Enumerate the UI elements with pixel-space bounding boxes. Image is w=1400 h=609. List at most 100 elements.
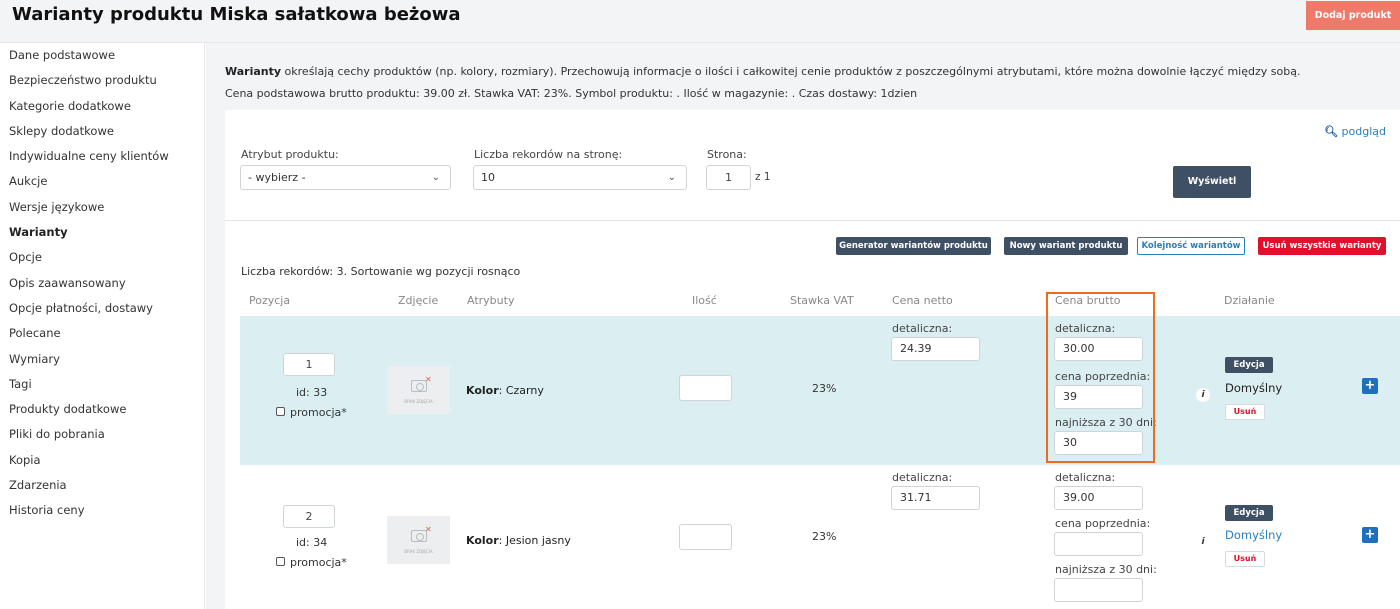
variant-attribute: Kolor: Czarny bbox=[466, 384, 544, 397]
checkbox-icon bbox=[276, 407, 285, 416]
info-icon[interactable]: i bbox=[1196, 535, 1210, 549]
column-header-position: Pozycja bbox=[249, 294, 291, 307]
per-page-select[interactable]: 10 ⌄ bbox=[473, 165, 687, 190]
net-price-input[interactable]: 31.71 bbox=[891, 486, 980, 510]
vat-rate: 23% bbox=[812, 530, 837, 543]
page-of-text: z 1 bbox=[755, 171, 771, 183]
previous-price-input[interactable]: 39 bbox=[1054, 385, 1143, 409]
sidebar-item-historia-ceny[interactable]: Historia ceny bbox=[0, 498, 204, 523]
edit-button[interactable]: Edycja bbox=[1225, 357, 1273, 373]
chevron-down-icon: ⌄ bbox=[667, 172, 676, 183]
intro-bold: Warianty bbox=[225, 65, 282, 78]
sidebar-item-dane-podstawowe[interactable]: Dane podstawowe bbox=[0, 43, 204, 68]
plus-icon[interactable]: + bbox=[1362, 527, 1378, 543]
sidebar-item-opis[interactable]: Opis zaawansowany bbox=[0, 271, 204, 296]
generator-button[interactable]: Generator wariantów produktu bbox=[836, 237, 991, 255]
vat-rate: 23% bbox=[812, 382, 837, 395]
previous-price-input[interactable] bbox=[1054, 532, 1143, 556]
lowest-30-days-label: najniższa z 30 dni: bbox=[1055, 563, 1157, 576]
sidebar-item-kategorie[interactable]: Kategorie dodatkowe bbox=[0, 94, 204, 119]
sidebar-item-ceny-klientow[interactable]: Indywidualne ceny klientów bbox=[0, 144, 204, 169]
sidebar-item-opcje[interactable]: Opcje bbox=[0, 245, 204, 270]
photo-placeholder-text: BRAK ZDJĘCIA bbox=[404, 549, 433, 554]
sidebar-item-sklepy[interactable]: Sklepy dodatkowe bbox=[0, 119, 204, 144]
attribute-value: : Czarny bbox=[498, 384, 544, 397]
table-row: 1 id: 33 promocja* ✕ BRAK ZDJĘCIA Kolor: … bbox=[240, 316, 1400, 465]
sidebar-item-polecane[interactable]: Polecane bbox=[0, 321, 204, 346]
main-content: Warianty określają cechy produktów (np. … bbox=[206, 43, 1400, 609]
attribute-select[interactable]: - wybierz - ⌄ bbox=[240, 165, 451, 190]
sidebar-item-wymiary[interactable]: Wymiary bbox=[0, 347, 204, 372]
gross-price-label: detaliczna: bbox=[1055, 322, 1116, 335]
net-price-input[interactable]: 24.39 bbox=[891, 337, 980, 361]
gross-price-input[interactable]: 39.00 bbox=[1054, 486, 1143, 510]
gross-price-input[interactable]: 30.00 bbox=[1054, 337, 1143, 361]
default-status: Domyślny bbox=[1225, 381, 1283, 395]
page-input[interactable]: 1 bbox=[706, 165, 751, 190]
sidebar-item-aukcje[interactable]: Aukcje bbox=[0, 169, 204, 194]
column-header-gross: Cena brutto bbox=[1055, 294, 1121, 307]
close-icon: ✕ bbox=[425, 375, 432, 384]
quantity-input[interactable] bbox=[679, 375, 732, 401]
variant-order-button[interactable]: Kolejność wariantów bbox=[1137, 237, 1245, 255]
add-product-button[interactable]: Dodaj produkt bbox=[1306, 1, 1400, 30]
close-icon: ✕ bbox=[425, 525, 432, 534]
table-row: 2 id: 34 promocja* ✕ BRAK ZDJĘCIA Kolor: … bbox=[240, 465, 1400, 609]
position-input[interactable]: 2 bbox=[283, 505, 335, 528]
sidebar-item-pliki[interactable]: Pliki do pobrania bbox=[0, 422, 204, 447]
sidebar-item-tagi[interactable]: Tagi bbox=[0, 372, 204, 397]
net-price-label: detaliczna: bbox=[892, 471, 953, 484]
attribute-name: Kolor bbox=[466, 534, 499, 547]
attribute-select-value: - wybierz - bbox=[248, 171, 306, 184]
sidebar-item-kopia[interactable]: Kopia bbox=[0, 448, 204, 473]
variant-photo[interactable]: ✕ BRAK ZDJĘCIA bbox=[387, 516, 450, 564]
sidebar-item-bezpieczenstwo[interactable]: Bezpieczeństwo produktu bbox=[0, 68, 204, 93]
attribute-label: Atrybut produktu: bbox=[241, 148, 339, 161]
previous-price-label: cena poprzednia: bbox=[1055, 370, 1151, 383]
sidebar-item-platnosci[interactable]: Opcje płatności, dostawy bbox=[0, 296, 204, 321]
column-header-vat: Stawka VAT bbox=[790, 294, 854, 307]
promo-label: promocja* bbox=[290, 556, 347, 569]
variant-attribute: Kolor: Jesion jasny bbox=[466, 534, 571, 547]
intro-description: określają cechy produktów (np. kolory, r… bbox=[281, 65, 1301, 78]
edit-button[interactable]: Edycja bbox=[1225, 505, 1273, 521]
column-header-quantity: Ilość bbox=[692, 294, 717, 307]
lowest-30-days-input[interactable] bbox=[1054, 578, 1143, 602]
info-icon[interactable]: i bbox=[1196, 388, 1210, 402]
variant-photo[interactable]: ✕ BRAK ZDJĘCIA bbox=[387, 366, 450, 414]
intro-text: Warianty określają cechy produktów (np. … bbox=[225, 65, 1300, 78]
delete-button[interactable]: Usuń bbox=[1225, 404, 1265, 420]
attribute-name: Kolor bbox=[466, 384, 499, 397]
sidebar-item-zdarzenia[interactable]: Zdarzenia bbox=[0, 473, 204, 498]
checkbox-icon bbox=[276, 557, 285, 566]
plus-icon[interactable]: + bbox=[1362, 378, 1378, 394]
set-default-link[interactable]: Domyślny bbox=[1225, 528, 1282, 542]
product-summary: Cena podstawowa brutto produktu: 39.00 z… bbox=[225, 87, 918, 100]
delete-button[interactable]: Usuń bbox=[1225, 551, 1265, 567]
page-label: Strona: bbox=[707, 148, 747, 161]
search-icon: 🔍︎ bbox=[1324, 125, 1339, 138]
quantity-input[interactable] bbox=[679, 524, 732, 550]
sidebar-item-wersje-jezykowe[interactable]: Wersje językowe bbox=[0, 195, 204, 220]
chevron-down-icon: ⌄ bbox=[431, 172, 440, 183]
preview-link[interactable]: 🔍︎ podgląd bbox=[1324, 125, 1386, 138]
per-page-select-value: 10 bbox=[481, 171, 495, 184]
new-variant-button[interactable]: Nowy wariant produktu bbox=[1004, 237, 1128, 255]
variants-panel: 🔍︎ podgląd Atrybut produktu: - wybierz -… bbox=[225, 110, 1400, 609]
gross-price-label: detaliczna: bbox=[1055, 471, 1116, 484]
position-input[interactable]: 1 bbox=[283, 353, 335, 376]
lowest-30-days-label: najniższa z 30 dni: bbox=[1055, 416, 1157, 429]
variant-id: id: 34 bbox=[296, 536, 328, 549]
column-header-net: Cena netto bbox=[892, 294, 953, 307]
sidebar-item-produkty-dodatkowe[interactable]: Produkty dodatkowe bbox=[0, 397, 204, 422]
delete-all-button[interactable]: Usuń wszystkie warianty bbox=[1258, 237, 1386, 255]
preview-label: podgląd bbox=[1341, 125, 1386, 138]
net-price-label: detaliczna: bbox=[892, 322, 953, 335]
promo-checkbox[interactable]: promocja* bbox=[276, 556, 347, 569]
column-header-photo: Zdjęcie bbox=[398, 294, 439, 307]
sidebar-item-warianty[interactable]: Warianty bbox=[0, 220, 204, 245]
promo-checkbox[interactable]: promocja* bbox=[276, 406, 347, 419]
lowest-30-days-input[interactable]: 30 bbox=[1054, 431, 1143, 455]
show-button[interactable]: Wyświetl bbox=[1173, 166, 1251, 198]
records-info: Liczba rekordów: 3. Sortowanie wg pozycj… bbox=[241, 265, 521, 278]
